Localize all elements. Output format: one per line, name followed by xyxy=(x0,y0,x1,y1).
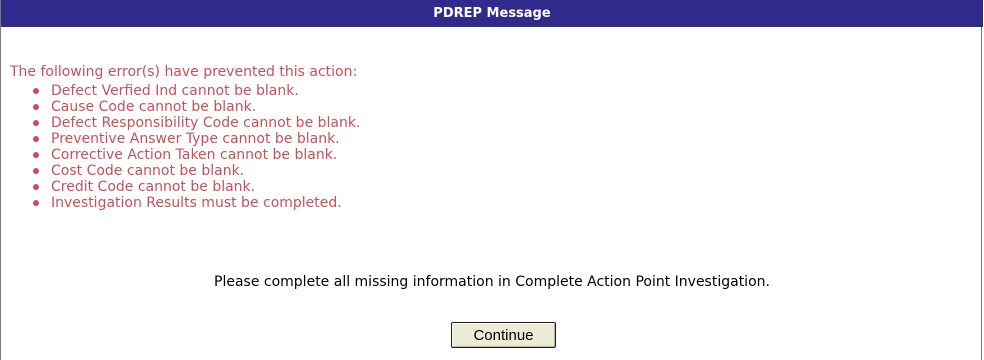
error-item-text: Defect Verfied Ind cannot be blank. xyxy=(51,83,299,99)
error-item-text: Credit Code cannot be blank. xyxy=(51,179,256,195)
error-item: Cause Code cannot be blank. xyxy=(27,99,360,115)
bullet-icon xyxy=(33,88,39,94)
bullet-icon xyxy=(33,152,39,158)
error-item-text: Defect Responsibility Code cannot be bla… xyxy=(51,115,361,131)
error-item: Defect Responsibility Code cannot be bla… xyxy=(27,115,360,131)
error-list: Defect Verfied Ind cannot be blank. Caus… xyxy=(27,83,360,211)
continue-button[interactable]: Continue xyxy=(451,322,556,348)
error-item-text: Corrective Action Taken cannot be blank. xyxy=(51,147,338,163)
error-item-text: Investigation Results must be completed. xyxy=(51,195,342,211)
bullet-icon xyxy=(33,184,39,190)
instruction-text: Please complete all missing information … xyxy=(214,274,770,290)
error-item-text: Preventive Answer Type cannot be blank. xyxy=(51,131,340,147)
bullet-icon xyxy=(33,104,39,110)
bullet-icon xyxy=(33,168,39,174)
bullet-icon xyxy=(33,120,39,126)
error-item: Investigation Results must be completed. xyxy=(27,195,360,211)
error-item: Cost Code cannot be blank. xyxy=(27,163,360,179)
pdrep-message-dialog: PDREP Message The following error(s) hav… xyxy=(0,0,983,360)
bullet-icon xyxy=(33,136,39,142)
error-item: Defect Verfied Ind cannot be blank. xyxy=(27,83,360,99)
error-item-text: Cost Code cannot be blank. xyxy=(51,163,245,179)
error-item: Corrective Action Taken cannot be blank. xyxy=(27,147,360,163)
error-item-text: Cause Code cannot be blank. xyxy=(51,99,257,115)
error-item: Credit Code cannot be blank. xyxy=(27,179,360,195)
error-item: Preventive Answer Type cannot be blank. xyxy=(27,131,360,147)
error-intro-text: The following error(s) have prevented th… xyxy=(10,64,358,80)
dialog-title: PDREP Message xyxy=(1,0,983,27)
bullet-icon xyxy=(33,200,39,206)
